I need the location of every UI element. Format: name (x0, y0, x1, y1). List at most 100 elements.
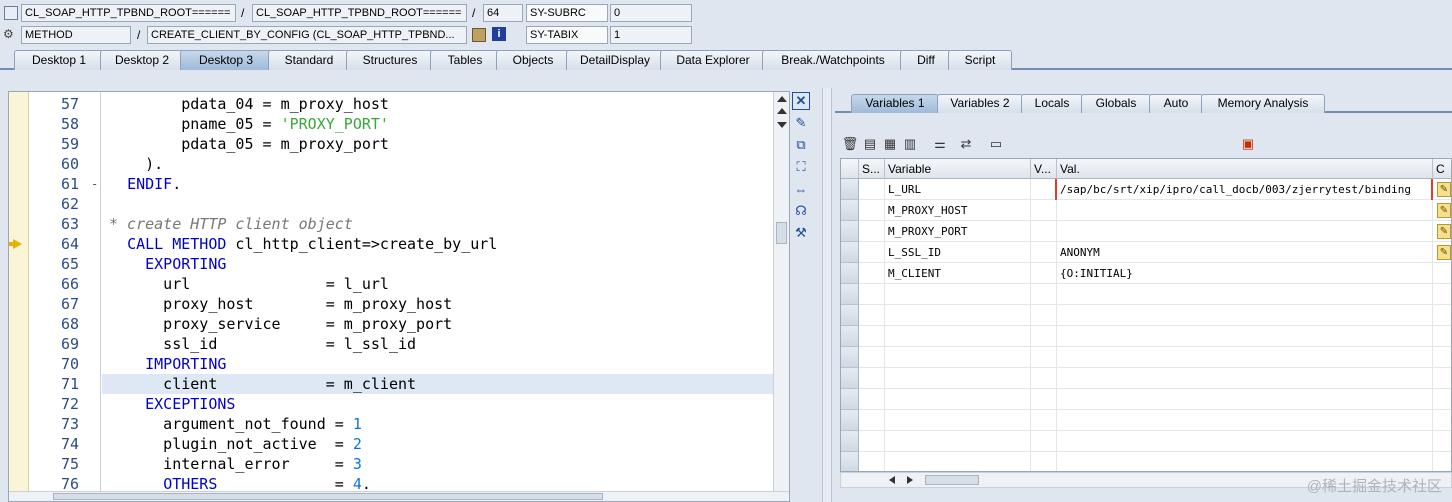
code-line[interactable]: 66 url = l_url (9, 274, 774, 294)
column-header-edit[interactable]: C (1433, 159, 1451, 179)
tab-data-explorer[interactable]: Data Explorer (660, 50, 766, 70)
sysfield-value-1[interactable]: 0 (610, 4, 692, 22)
edit-pencil-icon[interactable]: ✎ (1437, 203, 1451, 218)
display-object-icon[interactable] (472, 28, 486, 42)
column-header-value[interactable]: Val. (1057, 159, 1433, 179)
sysfield-value-2[interactable]: 1 (610, 26, 692, 44)
row-selector[interactable] (841, 221, 859, 242)
table-row[interactable] (841, 326, 1451, 347)
tab-desktop-1[interactable]: Desktop 1 (14, 50, 104, 70)
table-row[interactable] (841, 368, 1451, 389)
insert-row-icon[interactable]: ▤ (862, 136, 878, 152)
code-line[interactable]: 74 plugin_not_active = 2 (9, 434, 774, 454)
variable-value-cell[interactable] (1057, 221, 1433, 242)
program-field[interactable]: CL_SOAP_HTTP_TPBND_ROOT====== (21, 4, 236, 22)
tab-structures[interactable]: Structures (346, 50, 434, 70)
fold-marker[interactable]: - (91, 174, 98, 194)
row-selector[interactable] (841, 410, 859, 431)
row-selector[interactable] (841, 305, 859, 326)
table-row[interactable] (841, 452, 1451, 471)
tab-variables-1[interactable]: Variables 1 (851, 94, 939, 113)
row-selector[interactable] (841, 452, 859, 471)
grid-cell[interactable] (1057, 326, 1433, 347)
scroll-thumb[interactable] (776, 222, 787, 244)
table-row[interactable]: M_PROXY_HOST ✎ (841, 200, 1451, 221)
maximize-icon[interactable]: ⛶ (792, 158, 810, 176)
variable-value-cell[interactable]: {O:INITIAL} (1057, 263, 1433, 284)
scroll-thumb[interactable] (925, 475, 979, 485)
scroll-up-icon[interactable] (777, 108, 787, 114)
row-selector[interactable] (841, 179, 859, 200)
code-line[interactable]: 59 pdata_05 = m_proxy_port (9, 134, 774, 154)
sysfield-name-2[interactable]: SY-TABIX (526, 26, 608, 44)
code-line[interactable]: 65 EXPORTING (9, 254, 774, 274)
tab-standard[interactable]: Standard (268, 50, 350, 70)
table-row[interactable]: L_SSL_ID ANONYM ✎ (841, 242, 1451, 263)
save-icon[interactable]: ▣ (1240, 136, 1256, 152)
tab-desktop-3[interactable]: Desktop 3 (180, 50, 272, 70)
table-row[interactable]: M_PROXY_PORT ✎ (841, 221, 1451, 242)
tree-icon[interactable]: ⚌ (932, 136, 948, 152)
code-line[interactable]: 60 ). (9, 154, 774, 174)
code-line[interactable]: 73 argument_not_found = 1 (9, 414, 774, 434)
line-field[interactable]: 64 (483, 4, 523, 22)
row-selector[interactable] (841, 368, 859, 389)
code-line[interactable]: 61- ENDIF. (9, 174, 774, 194)
code-vertical-scrollbar[interactable] (773, 92, 789, 492)
grid-cell[interactable] (1057, 452, 1433, 471)
table-row[interactable] (841, 410, 1451, 431)
services-icon[interactable]: ☊ (792, 202, 810, 220)
tab-objects[interactable]: Objects (496, 50, 570, 70)
code-line[interactable]: 58 pname_05 = 'PROXY_PORT' (9, 114, 774, 134)
table-row[interactable] (841, 389, 1451, 410)
variables-grid[interactable]: S... Variable V... Val. C L_URL/sap/bc/s… (840, 158, 1452, 472)
grid-cell[interactable] (1057, 347, 1433, 368)
tab-memory-analysis[interactable]: Memory Analysis (1201, 94, 1325, 113)
tab-tables[interactable]: Tables (430, 50, 500, 70)
tab-desktop-2[interactable]: Desktop 2 (100, 50, 184, 70)
grid-cell[interactable] (1057, 410, 1433, 431)
row-selector[interactable] (841, 200, 859, 221)
table-row[interactable] (841, 305, 1451, 326)
table-icon[interactable]: ▦ (882, 136, 898, 152)
tab-diff[interactable]: Diff (900, 50, 952, 70)
row-selector[interactable] (841, 284, 859, 305)
table-row[interactable]: L_URL/sap/bc/srt/xip/ipro/call_docb/003/… (841, 179, 1451, 200)
row-selector[interactable] (841, 263, 859, 284)
scroll-up-icon[interactable] (777, 96, 787, 102)
edit-pencil-icon[interactable]: ✎ (1437, 182, 1451, 197)
navigate-icon[interactable]: ⇄ (958, 136, 974, 152)
new-tool-icon[interactable]: ✎ (792, 114, 810, 132)
tab-auto[interactable]: Auto (1149, 94, 1203, 113)
variable-value-cell[interactable] (1057, 200, 1433, 221)
grid-cell[interactable] (1057, 368, 1433, 389)
row-selector[interactable] (841, 326, 859, 347)
grid-cell[interactable] (1057, 431, 1433, 452)
tab-globals[interactable]: Globals (1081, 94, 1151, 113)
scroll-left-icon[interactable] (889, 476, 895, 484)
row-selector[interactable] (841, 389, 859, 410)
swap-icon[interactable]: ⇔ (792, 180, 810, 198)
export-icon[interactable]: ▥ (902, 136, 918, 152)
event-type-field[interactable]: METHOD (21, 26, 131, 44)
code-line[interactable]: 67 proxy_host = m_proxy_host (9, 294, 774, 314)
scroll-down-icon[interactable] (777, 122, 787, 128)
code-line[interactable]: 62 (9, 194, 774, 214)
settings-icon[interactable]: ▭ (988, 136, 1004, 152)
row-selector[interactable] (841, 431, 859, 452)
row-selector[interactable] (841, 242, 859, 263)
code-line[interactable]: 69 ssl_id = l_ssl_id (9, 334, 774, 354)
include-field[interactable]: CL_SOAP_HTTP_TPBND_ROOT====== (252, 4, 467, 22)
table-row[interactable] (841, 284, 1451, 305)
code-line[interactable]: 70 IMPORTING (9, 354, 774, 374)
code-line[interactable]: 71 client = m_client (9, 374, 774, 394)
column-header-select[interactable] (841, 159, 859, 179)
tab-variables-2[interactable]: Variables 2 (937, 94, 1023, 113)
table-row[interactable]: M_CLIENT {O:INITIAL} (841, 263, 1451, 284)
code-horizontal-scrollbar[interactable] (9, 491, 789, 501)
replace-tool-icon[interactable]: ⧉ (792, 136, 810, 154)
column-header-s[interactable]: S... (859, 159, 885, 179)
delete-icon[interactable]: 🗑 (842, 136, 859, 152)
settings-icon[interactable]: ⚒ (792, 224, 810, 242)
code-line[interactable]: 63 * create HTTP client object (9, 214, 774, 234)
